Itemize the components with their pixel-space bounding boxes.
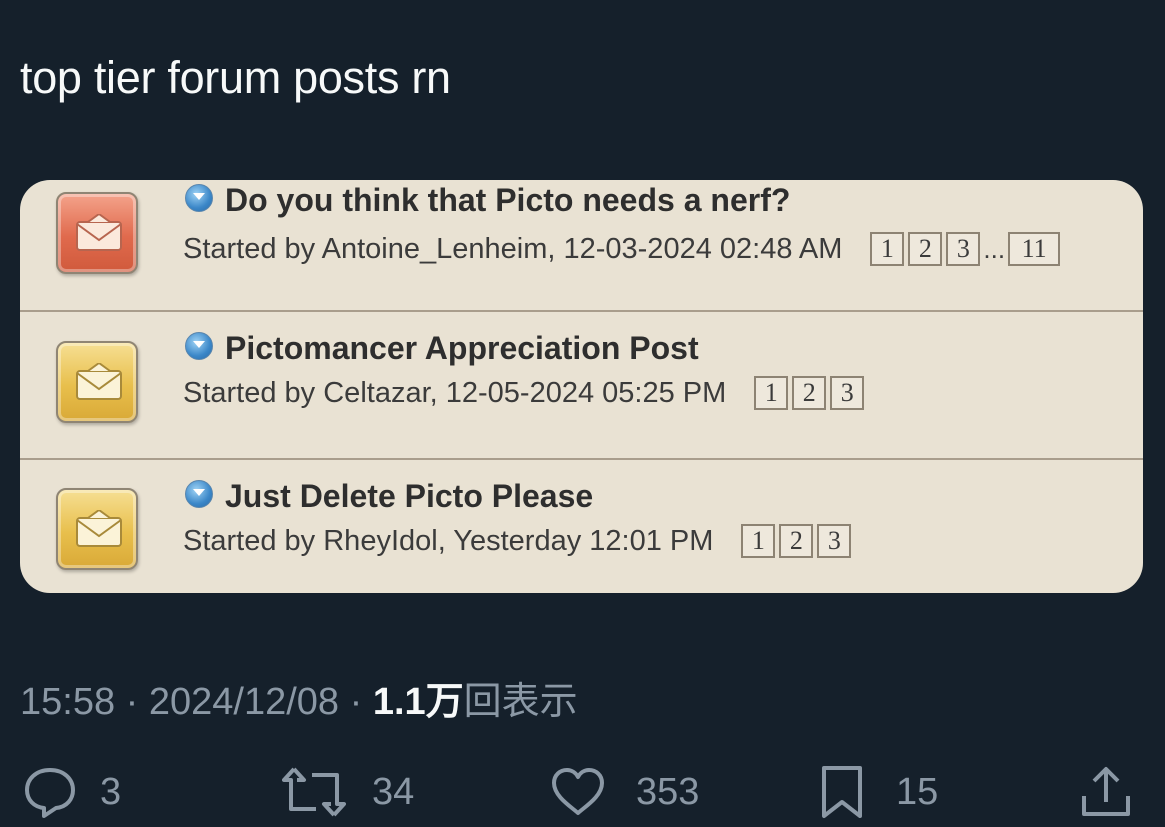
topic-envelope-icon: [56, 488, 138, 570]
tweet-text: top tier forum posts rn: [20, 52, 451, 103]
share-icon: [1082, 767, 1130, 816]
page-links: 1 2 3 ... 11: [870, 232, 1064, 266]
page-link-3[interactable]: 3: [817, 524, 852, 558]
topic-title[interactable]: Do you think that Picto needs a nerf?: [225, 182, 790, 219]
topic-started-by: Started by Celtazar, 12-05-2024 05:25 PM: [183, 376, 727, 409]
bookmark-button[interactable]: 15: [818, 764, 938, 820]
topic-meta: Started by Antoine_Lenheim, 12-03-2024 0…: [183, 232, 1064, 266]
page-link-3[interactable]: 3: [946, 232, 981, 266]
topic-row[interactable]: Just Delete Picto Please Started by Rhey…: [20, 460, 1143, 593]
page-ellipsis: ...: [983, 233, 1006, 264]
page-link-2[interactable]: 2: [792, 376, 827, 410]
like-button[interactable]: 353: [550, 764, 699, 820]
topic-started-by: Started by Antoine_Lenheim, 12-03-2024 0…: [183, 232, 843, 265]
bookmark-icon: [822, 766, 862, 818]
new-post-arrow-icon[interactable]: [185, 332, 213, 360]
like-count: 353: [636, 770, 700, 813]
page-link-2[interactable]: 2: [908, 232, 943, 266]
topic-meta: Started by RheyIdol, Yesterday 12:01 PM …: [183, 524, 855, 558]
new-post-arrow-icon[interactable]: [185, 184, 213, 212]
topic-title[interactable]: Just Delete Picto Please: [225, 478, 593, 515]
share-button[interactable]: [1080, 764, 1132, 820]
new-post-arrow-icon[interactable]: [185, 480, 213, 508]
page-link-1[interactable]: 1: [741, 524, 776, 558]
page-links: 1 2 3: [741, 524, 855, 558]
topic-envelope-icon: [56, 341, 138, 423]
meta-separator: ·: [125, 681, 139, 723]
topic-row[interactable]: Pictomancer Appreciation Post Started by…: [20, 310, 1143, 460]
repost-button[interactable]: 34: [282, 764, 414, 820]
tweet-date[interactable]: 2024/12/08: [149, 681, 339, 723]
reply-button[interactable]: 3: [22, 764, 121, 820]
topic-title[interactable]: Pictomancer Appreciation Post: [225, 330, 699, 367]
tweet-time[interactable]: 15:58: [20, 681, 115, 723]
forum-screenshot-image: Do you think that Picto needs a nerf? St…: [20, 180, 1143, 593]
reply-icon: [25, 768, 75, 818]
hot-topic-envelope-icon: [56, 192, 138, 274]
views-count[interactable]: 1.1万: [373, 681, 464, 723]
bookmark-count: 15: [896, 770, 939, 813]
page-links: 1 2 3: [754, 376, 868, 410]
like-icon: [552, 768, 604, 815]
topic-meta: Started by Celtazar, 12-05-2024 05:25 PM…: [183, 376, 868, 410]
topic-row[interactable]: Do you think that Picto needs a nerf? St…: [20, 180, 1143, 312]
page-link-3[interactable]: 3: [830, 376, 865, 410]
tweet-timestamp[interactable]: 15:58 · 2024/12/08 · 1.1万回表示: [20, 670, 578, 725]
repost-count: 34: [372, 770, 415, 813]
meta-separator: ·: [349, 681, 363, 723]
topic-started-by: Started by RheyIdol, Yesterday 12:01 PM: [183, 524, 714, 557]
views-label: 回表示: [463, 681, 578, 723]
page-link-1[interactable]: 1: [870, 232, 905, 266]
repost-icon: [282, 767, 346, 817]
page-link-last[interactable]: 11: [1008, 232, 1061, 266]
reply-count: 3: [100, 770, 122, 813]
page-link-1[interactable]: 1: [754, 376, 789, 410]
page-link-2[interactable]: 2: [779, 524, 814, 558]
